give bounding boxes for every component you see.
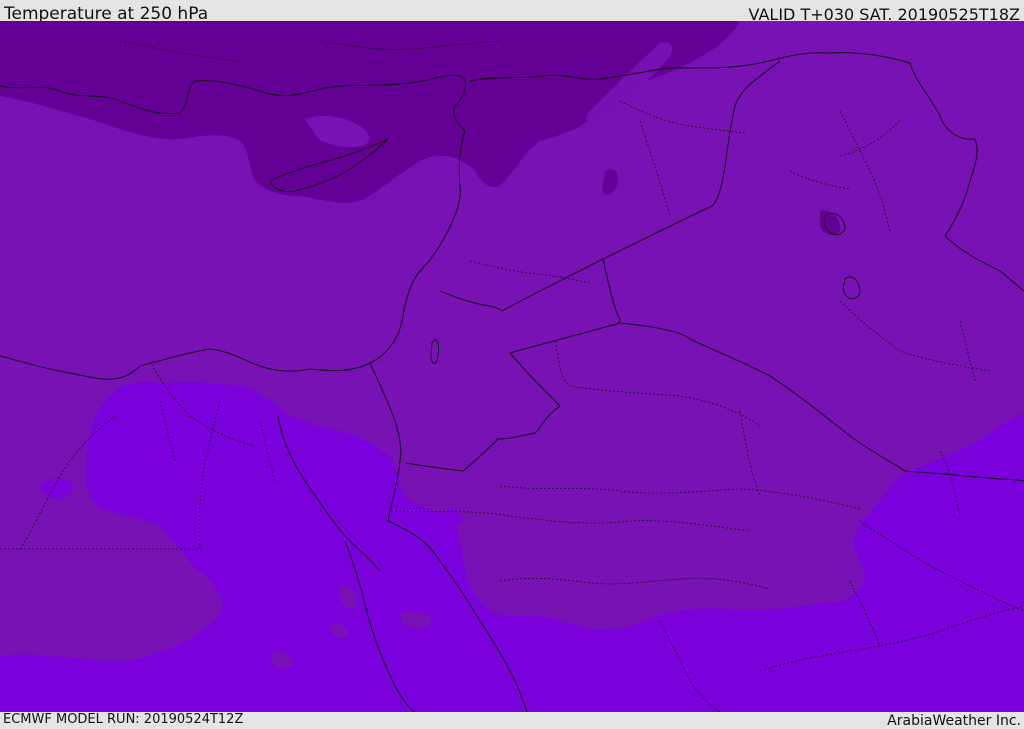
footer-bar: ECMWF MODEL RUN: 20190524T12Z ArabiaWeat… bbox=[0, 712, 1024, 729]
credit-label: ArabiaWeather Inc. bbox=[887, 713, 1021, 729]
model-run-label: ECMWF MODEL RUN: 20190524T12Z bbox=[3, 712, 244, 727]
header-bar: Temperature at 250 hPa VALID T+030 SAT. … bbox=[0, 0, 1024, 24]
temperature-map bbox=[0, 21, 1024, 712]
map-panel bbox=[0, 21, 1024, 712]
